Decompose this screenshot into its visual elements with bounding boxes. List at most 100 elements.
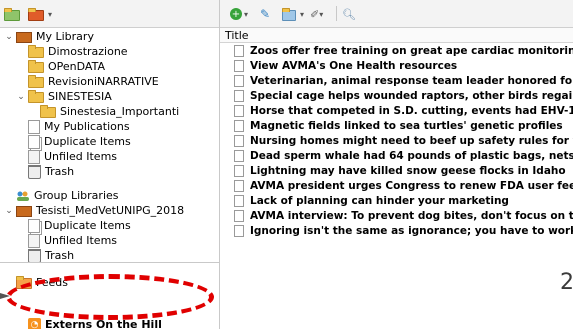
rss-icon: ◔ [28,318,41,329]
list-item[interactable]: Magnetic fields linked to sea turtles' g… [220,119,573,133]
webpage-item-icon [234,90,244,102]
duplicate-icon [28,218,40,233]
column-header-label: Title [225,29,249,42]
folder-icon [28,60,44,73]
folder-icon [28,7,44,21]
webpage-item-icon [234,225,244,237]
sidebar-item-label: My Library [36,30,94,43]
trash-icon [28,164,41,179]
list-item[interactable]: AVMA interview: To prevent dog bites, do… [220,209,573,223]
webpage-item-icon [234,150,244,162]
chevron-down-icon: ▾ [48,9,53,19]
list-item[interactable]: View AVMA's One Health resources [220,59,573,73]
collections-toolbar: ▾ [0,0,219,28]
list-item[interactable]: Zoos offer free training on great ape ca… [220,44,573,58]
add-by-identifier-button[interactable]: ✎ [260,6,270,22]
unfiled-icon [28,149,40,164]
sidebar-item-label: Dimostrazione [48,45,128,58]
items-pane: + ▾ ✎ ▾ ✐ ▾ 🔍︎ Title Zoos offer free tra… [220,0,573,329]
sidebar-item-duplicate-items[interactable]: Duplicate Items [16,134,131,149]
item-title: AVMA interview: To prevent dog bites, do… [250,210,573,222]
list-item[interactable]: Lack of planning can hinder your marketi… [220,194,573,208]
sidebar-item-label: SINESTESIA [48,90,112,103]
doc-icon [28,119,40,134]
item-title: Lightning may have killed snow geese flo… [250,165,566,177]
search-button[interactable]: 🔍︎ [342,6,356,22]
sidebar-item-label: Trash [45,165,75,178]
sidebar-item-label: Unfiled Items [44,150,118,163]
webpage-item-icon [234,180,244,192]
list-item[interactable]: Lightning may have killed snow geese flo… [220,164,573,178]
sidebar-item-my-library[interactable]: ⌄ My Library [4,29,94,44]
webpage-item-icon [234,195,244,207]
new-item-button[interactable]: + ▾ [230,6,248,22]
sidebar-item-group-libraries[interactable]: Group Libraries [4,188,119,203]
search-icon: 🔍︎ [342,7,356,21]
webpage-item-icon [234,75,244,87]
item-title: Dead sperm whale had 64 pounds of plasti… [250,150,573,162]
note-menu-button[interactable]: ✐ ▾ [310,6,323,22]
sidebar-item-label: Sinestesia_Importanti [60,105,180,118]
arrow-icon [0,293,10,299]
column-header-title[interactable]: Title [220,28,573,43]
items-toolbar: + ▾ ✎ ▾ ✐ ▾ 🔍︎ [220,0,573,28]
duplicate-icon [28,134,40,149]
chevron-down-icon: ▾ [244,9,249,19]
expand-toggle-icon[interactable]: ⌄ [16,92,26,102]
list-item[interactable]: Nursing homes might need to beef up safe… [220,134,573,148]
sidebar-item-label: Duplicate Items [44,219,131,232]
list-item[interactable]: Dead sperm whale had 64 pounds of plasti… [220,149,573,163]
list-item[interactable]: Veterinarian, animal response team leade… [220,74,573,88]
list-item[interactable]: AVMA president urges Congress to renew F… [220,179,573,193]
sidebar-item-tesisti[interactable]: ⌄ Tesisti_MedVetUNIPG_2018 [4,203,184,218]
webpage-item-icon [234,135,244,147]
new-library-menu-button[interactable]: ▾ [28,6,52,22]
pane-divider [0,262,220,263]
webpage-item-icon [234,165,244,177]
sidebar-item-my-publications[interactable]: My Publications [16,119,130,134]
list-item[interactable]: Horse that competed in S.D. cutting, eve… [220,104,573,118]
sidebar-item-dimostrazione[interactable]: Dimostrazione [16,44,128,59]
sidebar-item-g-duplicate[interactable]: Duplicate Items [16,218,131,233]
sidebar-item-g-unfiled[interactable]: Unfiled Items [16,233,117,248]
sidebar-item-label: Tesisti_MedVetUNIPG_2018 [36,204,185,217]
sidebar-item-unfiled-items[interactable]: Unfiled Items [16,149,117,164]
expand-toggle-icon[interactable]: ⌄ [4,32,14,42]
unfiled-icon [28,233,40,248]
sidebar-item-g-trash[interactable]: Trash [16,248,74,263]
library-icon [16,32,32,43]
expand-toggle-icon[interactable]: ⌄ [4,206,14,216]
list-item[interactable]: Special cage helps wounded raptors, othe… [220,89,573,103]
zotero-window: ▾ ⌄ My Library Dimostrazione OPenDATA Revisi… [0,0,573,329]
list-item[interactable]: Ignoring isn't the same as ignorance; yo… [220,224,573,238]
item-title: AVMA president urges Congress to renew F… [250,180,573,192]
magic-wand-icon: ✎ [260,7,271,21]
item-title: Zoos offer free training on great ape ca… [250,45,573,57]
sidebar-item-label: RevisioniNARRATIVE [48,75,159,88]
sidebar-item-opendata[interactable]: OPenDATA [16,59,105,74]
webpage-item-icon [234,45,244,57]
sidebar-item-sinestesia[interactable]: ⌄ SINESTESIA [16,89,112,104]
item-title: Veterinarian, animal response team leade… [250,75,573,87]
sidebar-item-trash[interactable]: Trash [16,164,74,179]
new-folder-icon [4,7,20,21]
trash-icon [28,248,41,263]
sidebar-item-label: My Publications [44,120,130,133]
new-collection-button[interactable] [4,6,24,22]
group-icon [16,190,30,202]
sidebar-item-revisioni[interactable]: RevisioniNARRATIVE [16,74,159,89]
attachment-menu-button[interactable]: ▾ [282,6,304,22]
item-title: View AVMA's One Health resources [250,60,458,72]
folder-icon [28,90,44,103]
sidebar-item-sinestesia-importanti[interactable]: Sinestesia_Importanti [28,104,179,119]
highlight-oval [6,274,214,320]
item-title: Special cage helps wounded raptors, othe… [250,90,573,102]
